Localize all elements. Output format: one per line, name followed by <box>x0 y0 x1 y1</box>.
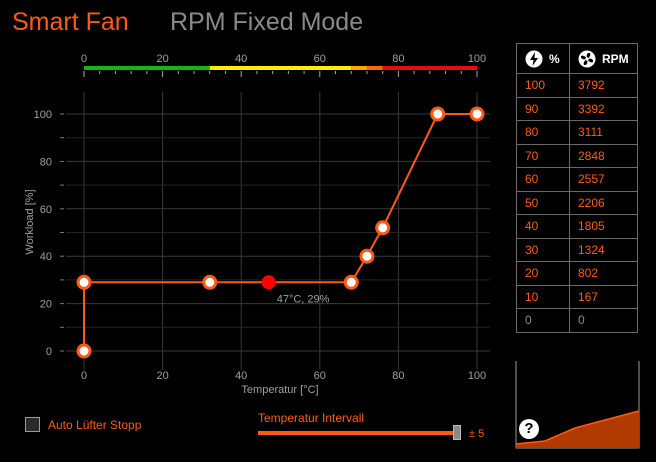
x-tick-label: 40 <box>235 370 247 382</box>
table-row: 30 1324 <box>516 237 638 262</box>
table-row: 100 3792 <box>516 73 638 98</box>
rpm-cell: 167 <box>569 284 638 309</box>
scale-band <box>351 66 367 70</box>
fan-curve-chart[interactable]: 0 20 40 60 80 100 0 20 40 60 80 100 0 20 40 60 80 100 Te… <box>0 0 510 400</box>
table-row: 20 802 <box>516 261 638 286</box>
percent-header: % <box>516 43 570 74</box>
table-row: 50 2206 <box>516 190 638 215</box>
percent-header-label: % <box>549 51 560 66</box>
top-scale-tick-label: 20 <box>156 53 168 65</box>
current-point-marker <box>261 275 276 290</box>
percent-cell: 50 <box>516 190 570 215</box>
temperature-interval-slider-track[interactable] <box>258 431 458 435</box>
rpm-cell: 2557 <box>569 167 638 192</box>
rpm-cell: 0 <box>569 308 638 333</box>
chart-axes: 0 20 40 60 80 100 0 20 40 60 80 100 <box>34 109 487 382</box>
percent-cell: 10 <box>516 284 570 309</box>
chart-grid <box>66 92 490 370</box>
x-tick-label: 100 <box>468 370 486 382</box>
auto-fan-stop-checkbox[interactable]: Auto Lüfter Stopp <box>25 417 141 432</box>
y-tick-label: 60 <box>40 204 52 216</box>
temperature-interval-slider-thumb[interactable] <box>453 425 461 440</box>
rpm-cell: 802 <box>569 261 638 286</box>
percent-cell: 30 <box>516 237 570 262</box>
x-tick-label: 60 <box>314 370 326 382</box>
y-tick-label: 100 <box>34 109 52 121</box>
table-row: 40 1805 <box>516 214 638 239</box>
top-scale-tick-label: 60 <box>314 53 326 65</box>
auto-fan-stop-label: Auto Lüfter Stopp <box>48 417 142 432</box>
temperature-color-scale: 0 20 40 60 80 100 <box>81 53 486 77</box>
scale-band <box>382 66 477 70</box>
top-scale-tick-label: 40 <box>235 53 247 65</box>
top-scale-tick-label: 100 <box>468 53 486 65</box>
y-tick-label: 40 <box>40 251 52 263</box>
curve-point[interactable] <box>76 343 92 359</box>
rpm-cell: 1324 <box>569 237 638 262</box>
percent-cell: 60 <box>516 167 570 192</box>
table-row: 80 3111 <box>516 120 638 145</box>
x-tick-label: 0 <box>81 370 87 382</box>
percent-cell: 40 <box>516 214 570 239</box>
top-scale-tick-label: 80 <box>392 53 404 65</box>
checkbox-box[interactable] <box>25 417 40 432</box>
curve-point[interactable] <box>202 274 218 290</box>
y-axis-label: Workload [%] <box>24 189 36 254</box>
x-axis-label: Temperatur [°C] <box>241 384 318 396</box>
scale-band <box>366 66 383 70</box>
help-button[interactable]: ? <box>519 419 539 439</box>
x-tick-label: 20 <box>156 370 168 382</box>
percent-cell: 70 <box>516 143 570 168</box>
rpm-cell: 2848 <box>569 143 638 168</box>
y-tick-label: 0 <box>46 346 52 358</box>
percent-cell: 100 <box>516 73 570 98</box>
curve-point[interactable] <box>375 220 391 236</box>
table-row: 70 2848 <box>516 143 638 168</box>
curve-point[interactable] <box>430 106 446 122</box>
rpm-cell: 2206 <box>569 190 638 215</box>
scale-band <box>209 66 352 70</box>
y-tick-label: 80 <box>40 156 52 168</box>
rpm-header-label: RPM <box>602 51 629 66</box>
percent-cell: 80 <box>516 120 570 145</box>
rpm-cell: 1805 <box>569 214 638 239</box>
temperature-interval-value: ± 5 <box>469 428 485 440</box>
curve-point[interactable] <box>343 274 359 290</box>
table-row: 10 167 <box>516 284 638 309</box>
curve-point[interactable] <box>359 248 375 264</box>
rpm-cell: 3792 <box>569 73 638 98</box>
scale-band <box>84 66 210 70</box>
rpm-table: % RPM 100 3792 90 3392 80 3111 70 2848 6… <box>516 43 638 333</box>
current-point-label: 47°C, 29% <box>277 293 330 305</box>
top-scale-tick-label: 0 <box>81 53 87 65</box>
rpm-header: RPM <box>569 43 638 74</box>
rpm-cell: 3111 <box>569 120 638 145</box>
y-tick-label: 20 <box>40 299 52 311</box>
curve-point[interactable] <box>76 274 92 290</box>
percent-cell: 0 <box>516 308 570 333</box>
table-row: 00 <box>516 308 638 333</box>
x-tick-label: 80 <box>392 370 404 382</box>
curve-point[interactable] <box>469 106 485 122</box>
table-row: 60 2557 <box>516 167 638 192</box>
rpm-cell: 3392 <box>569 96 638 121</box>
temperature-interval-label: Temperatur Intervall <box>258 411 365 425</box>
percent-cell: 20 <box>516 261 570 286</box>
fan-icon <box>578 50 596 67</box>
bolt-icon <box>525 50 543 67</box>
percent-cell: 90 <box>516 96 570 121</box>
table-row: 90 3392 <box>516 96 638 121</box>
